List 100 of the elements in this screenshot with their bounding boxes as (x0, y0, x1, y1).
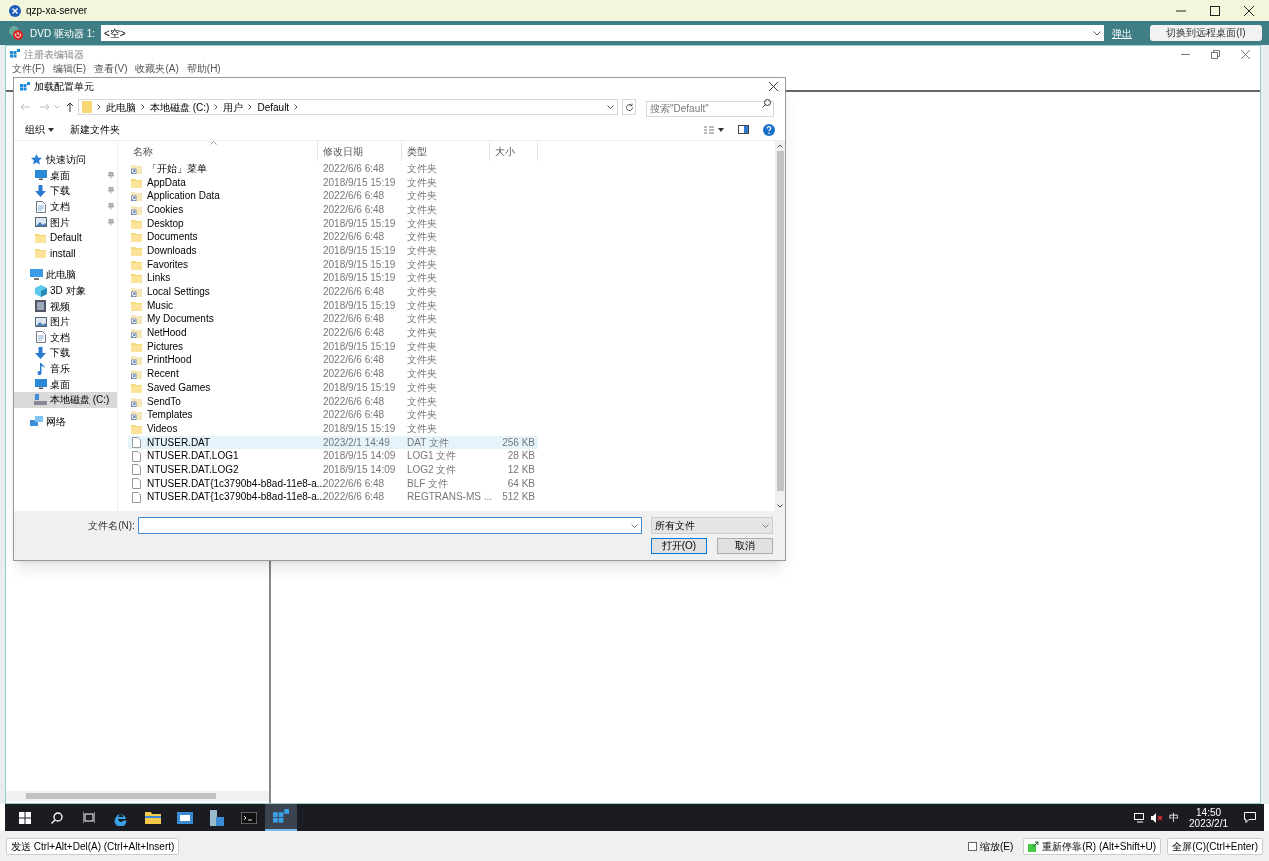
file-type: REGTRANS-MS ... (407, 491, 492, 504)
file-row[interactable]: Desktop 2018/9/15 15:19 文件夹 (128, 216, 538, 231)
organize-button[interactable]: 组织 (22, 120, 57, 139)
file-row[interactable]: Favorites 2018/9/15 15:19 文件夹 (128, 257, 538, 272)
modified-date: 2018/9/15 15:19 (323, 299, 396, 312)
scrollbar[interactable] (775, 141, 785, 511)
fullscreen-button[interactable]: 全屏(C)(Ctrl+Enter) (1167, 837, 1263, 855)
file-row[interactable]: Recent 2022/6/6 6:48 文件夹 (128, 367, 538, 381)
column-header[interactable]: 大小 (490, 141, 538, 161)
column-header[interactable]: 修改日期 (318, 141, 402, 161)
file-name: Recent (147, 368, 179, 381)
nav-item[interactable]: 图片 (14, 313, 117, 330)
nav-item[interactable]: install (14, 245, 117, 262)
eject-link[interactable]: 弹出 (1112, 25, 1132, 41)
file-name: Videos (147, 422, 178, 435)
view-options-icon[interactable] (704, 125, 724, 134)
file-row[interactable]: My Documents 2022/6/6 6:48 文件夹 (128, 312, 538, 327)
nav-item[interactable]: 本地磁盘 (C:) (14, 391, 117, 408)
nav-item[interactable]: 下载 (14, 345, 117, 361)
file-row[interactable]: NTUSER.DAT{1c3790b4-b8ad-11e8-a...2022/6/6 6:48 REGTRANS-MS ... 512 KB (128, 490, 538, 505)
clock-time[interactable]: 14:50 (1196, 806, 1222, 818)
menu-item[interactable]: 编辑(E) (52, 62, 87, 75)
folder-icon (131, 382, 142, 393)
refresh-icon[interactable] (622, 99, 636, 115)
nav-item[interactable]: 文档 (14, 198, 117, 215)
nav-item[interactable]: 图片 (14, 214, 117, 230)
registry-icon[interactable] (265, 804, 297, 831)
nav-item[interactable]: 文档 (14, 329, 117, 346)
breadcrumb-item[interactable]: 本地磁盘 (C:) (150, 99, 210, 115)
send-ctrl-alt-del-button[interactable]: 发送 Ctrl+Alt+Del(A) (Ctrl+Alt+Insert) (6, 837, 180, 855)
breadcrumb-item[interactable]: 此电脑 (106, 99, 136, 115)
nav-item[interactable]: 3D 对象 (14, 282, 117, 299)
clock-date[interactable]: 2023/2/1 (1189, 817, 1228, 829)
file-row[interactable]: Videos 2018/9/15 15:19 文件夹 (128, 422, 538, 436)
file-row[interactable]: PrintHood 2022/6/6 6:48 文件夹 (128, 353, 538, 368)
file-name: Documents (147, 231, 198, 244)
file-row[interactable]: Local Settings 2022/6/6 6:48 文件夹 (128, 285, 538, 299)
file-row[interactable]: Cookies 2022/6/6 6:48 文件夹 (128, 203, 538, 217)
up-arrow-icon[interactable] (66, 102, 74, 112)
preview-pane-icon[interactable] (738, 125, 749, 134)
nav-item[interactable]: 音乐 (14, 360, 117, 377)
file-row[interactable]: Downloads 2018/9/15 15:19 文件夹 (128, 244, 538, 258)
nav-item[interactable]: 网络 (14, 413, 117, 430)
address-bar[interactable]: 此电脑 本地磁盘 (C:) 用户 Default (78, 99, 618, 115)
new-folder-button[interactable]: 新建文件夹 (67, 120, 123, 139)
menu-item[interactable]: 文件(F) (12, 62, 45, 75)
folder-icon (82, 101, 92, 113)
file-row[interactable]: NTUSER.DAT{1c3790b4-b8ad-11e8-a...2022/6/6 6:48 BLF 文件 64 KB (128, 476, 538, 491)
drive-select[interactable]: <空> (101, 25, 1104, 41)
menu-item[interactable]: 收藏夹(A) (135, 62, 179, 75)
modified-date: 2018/9/15 15:19 (323, 258, 396, 271)
file-type-select[interactable]: 所有文件 (651, 517, 773, 534)
pin-icon (108, 171, 114, 179)
nav-item[interactable]: 下载 (14, 183, 117, 199)
open-button[interactable]: 打开(O) (651, 538, 707, 554)
folder-icon (131, 232, 142, 243)
help-icon[interactable] (763, 123, 775, 136)
file-row[interactable]: NTUSER.DAT.LOG1 2018/9/15 14:09 LOG1 文件 28 KB (128, 449, 538, 464)
file-row[interactable]: Pictures 2018/9/15 15:19 文件夹 (128, 339, 538, 354)
cancel-button[interactable]: 取消 (717, 538, 773, 554)
nav-item[interactable]: 视频 (14, 298, 117, 314)
switch-desktop-button[interactable]: 切换到远程桌面(I) (1150, 25, 1262, 41)
file-row[interactable]: Saved Games 2018/9/15 15:19 文件夹 (128, 381, 538, 395)
menu-item[interactable]: 查看(V) (94, 62, 128, 75)
file-row[interactable]: Application Data 2022/6/6 6:48 文件夹 (128, 189, 538, 204)
network-icon (1134, 812, 1147, 823)
file-type: LOG1 文件 (407, 450, 457, 463)
redock-button[interactable]: 重新停靠(R) (Alt+Shift+U) (1023, 837, 1162, 855)
column-header[interactable]: 名称 (128, 141, 318, 161)
file-type: 文件夹 (407, 313, 437, 326)
file-row[interactable]: NTUSER.DAT.LOG2 2018/9/15 14:09 LOG2 文件 12 KB (128, 463, 538, 477)
breadcrumb-item[interactable]: Default (257, 99, 290, 115)
nav-item[interactable]: 桌面 (14, 376, 117, 392)
file-row[interactable]: Templates 2022/6/6 6:48 文件夹 (128, 408, 538, 423)
file-row[interactable]: NTUSER.DAT 2023/2/1 14:49 DAT 文件 256 KB (128, 435, 538, 450)
nav-item[interactable]: 桌面 (14, 167, 117, 184)
nav-item[interactable]: Default (14, 229, 117, 246)
file-row[interactable]: Music 2018/9/15 15:19 文件夹 (128, 298, 538, 313)
filename-field[interactable] (137, 517, 643, 534)
file-row[interactable]: AppData 2018/9/15 15:19 文件夹 (128, 175, 538, 190)
menu-item[interactable]: 帮助(H) (186, 62, 221, 75)
file-row[interactable]: Links 2018/9/15 15:19 文件夹 (128, 271, 538, 286)
checkbox[interactable] (967, 841, 977, 851)
chevron-down-icon[interactable] (607, 105, 614, 109)
folder-icon (131, 273, 142, 284)
window-title: 注册表编辑器 (24, 47, 84, 62)
scrollbar[interactable] (6, 791, 269, 801)
notification-icon[interactable] (1244, 812, 1256, 823)
file-row[interactable]: 「开始」菜单 2022/6/6 6:48 文件夹 (128, 162, 538, 176)
file-row[interactable]: SendTo 2022/6/6 6:48 文件夹 (128, 394, 538, 409)
file-row[interactable]: Documents 2022/6/6 6:48 文件夹 (128, 230, 538, 245)
nav-item[interactable]: 快速访问 (14, 152, 117, 168)
column-header[interactable]: 类型 (402, 141, 490, 161)
search-field[interactable]: 搜索"Default" (646, 100, 774, 117)
input-method-indicator[interactable]: 中 (1169, 810, 1180, 825)
file-row[interactable]: NetHood 2022/6/6 6:48 文件夹 (128, 326, 538, 340)
folder-icon (131, 245, 142, 256)
nav-item[interactable]: 此电脑 (14, 267, 117, 283)
dialog-title: 加载配置单元 (34, 80, 94, 94)
breadcrumb-item[interactable]: 用户 (223, 99, 244, 115)
